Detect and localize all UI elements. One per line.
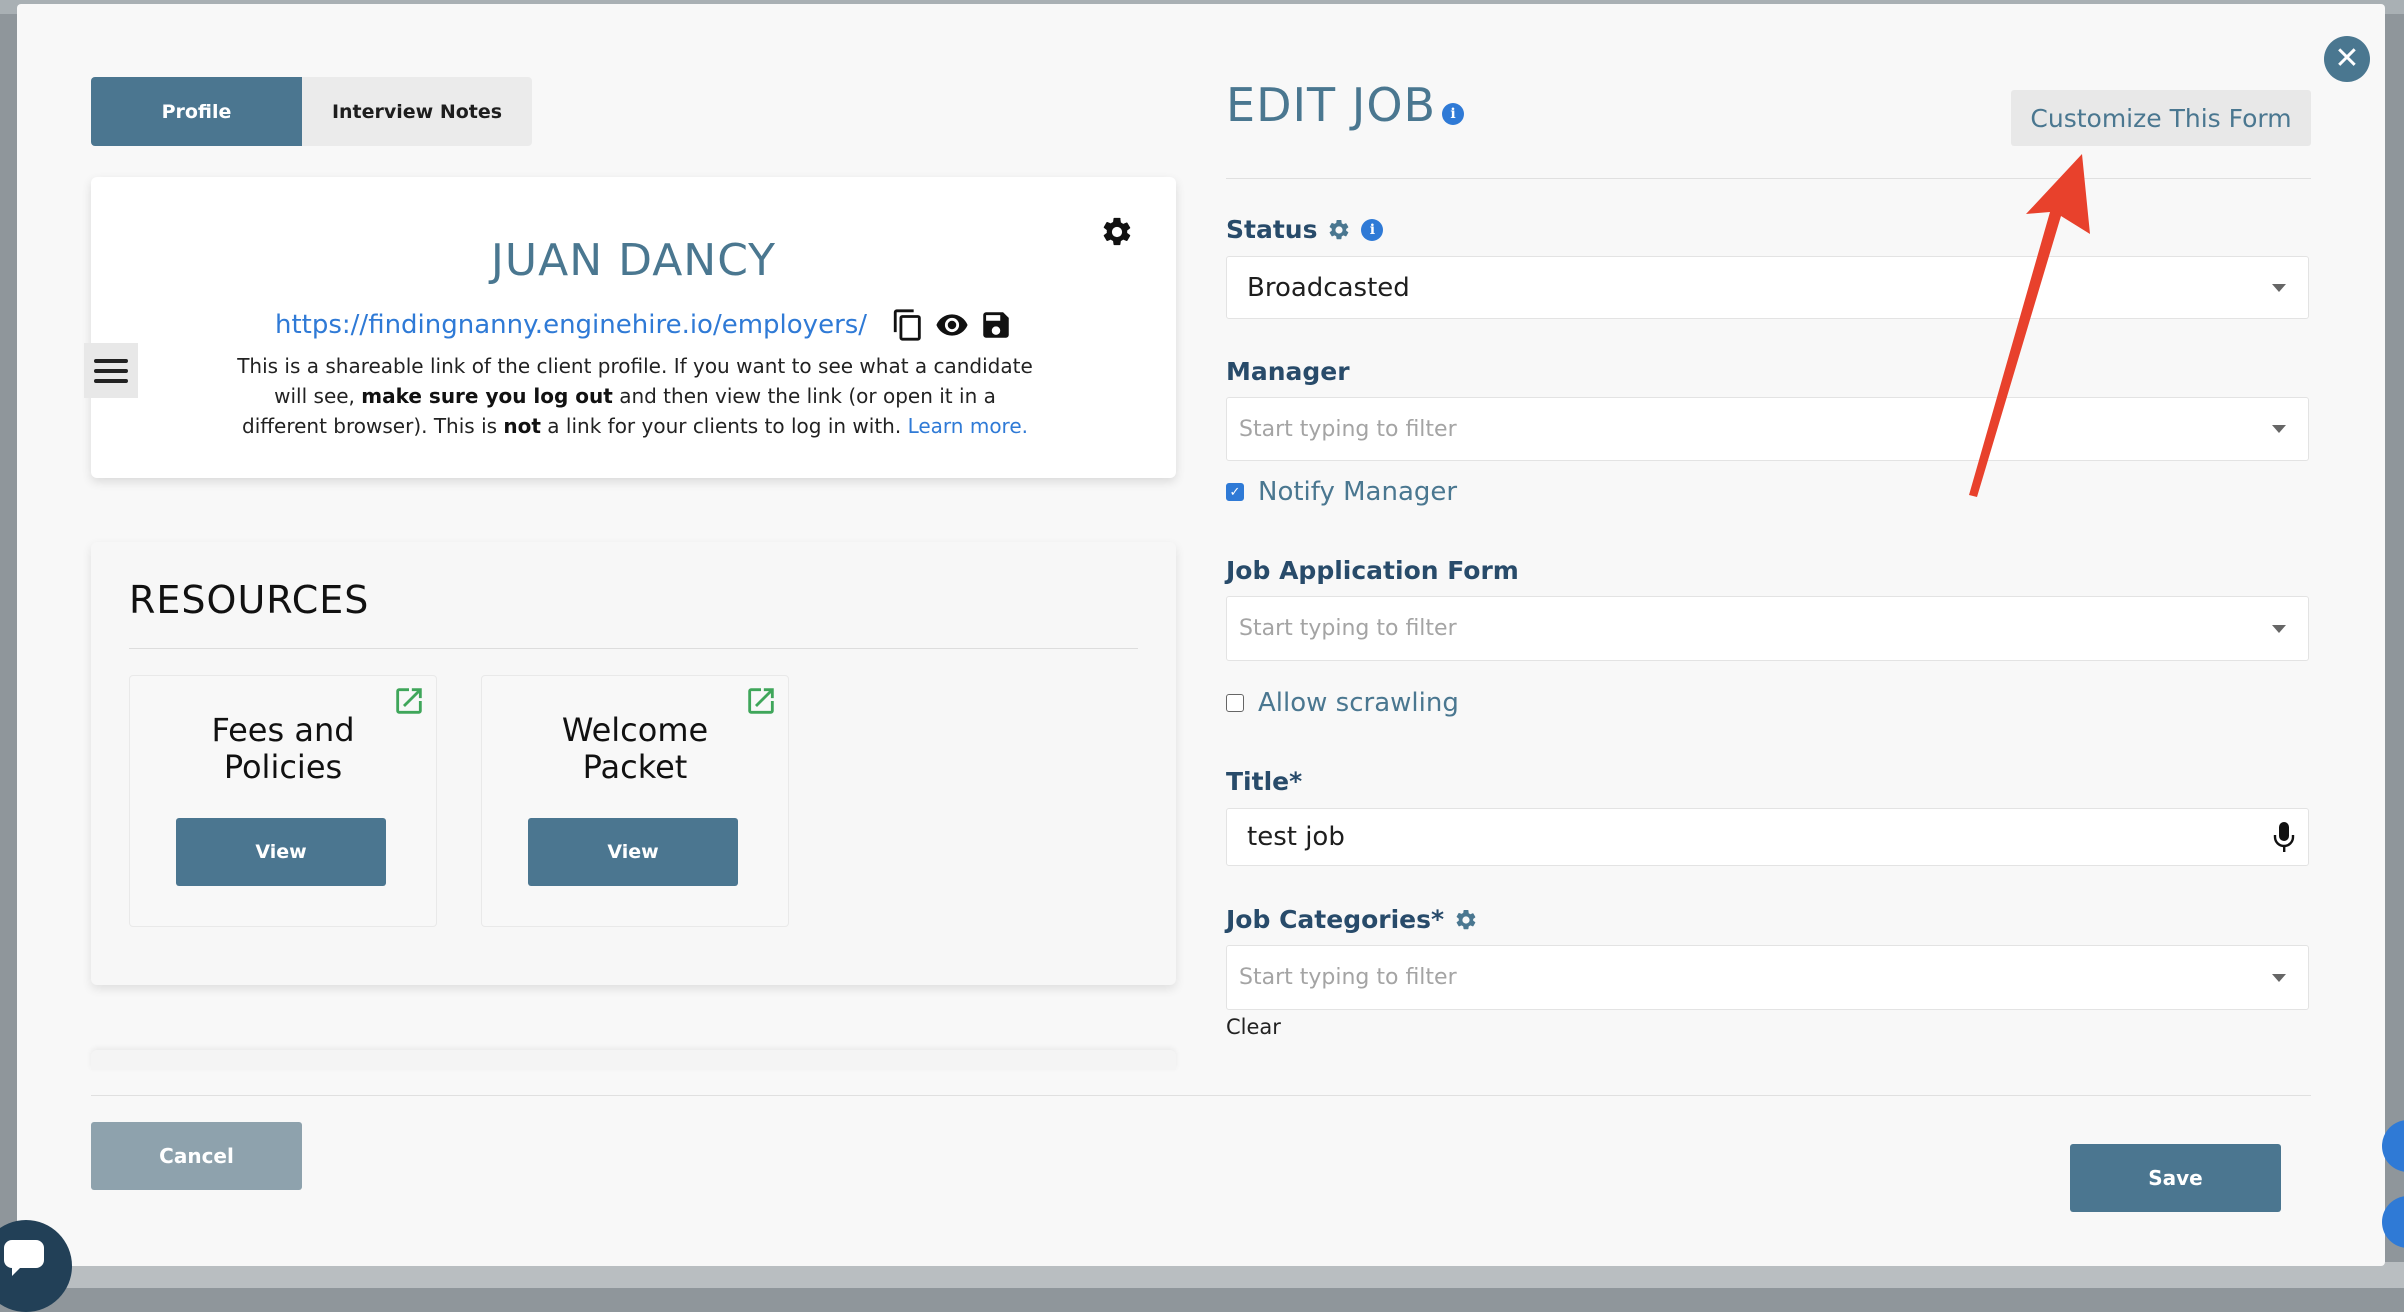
- allow-scrawling-row: Allow scrawling: [1226, 688, 1459, 718]
- side-chat-tab[interactable]: [2382, 1120, 2404, 1172]
- close-icon: ✕: [2334, 41, 2360, 76]
- resources-card: RESOURCES Fees and Policies View Welcome P…: [91, 542, 1176, 985]
- hint-bold-logout: make sure you log out: [361, 384, 613, 408]
- job-categories-select[interactable]: Start typing to filter: [1226, 945, 2309, 1010]
- cancel-button[interactable]: Cancel: [91, 1122, 302, 1190]
- tab-profile[interactable]: Profile: [91, 77, 302, 146]
- resource-name-line: Policies: [223, 748, 343, 786]
- copy-icon[interactable]: [891, 308, 925, 342]
- notify-manager-row: ✓ Notify Manager: [1226, 477, 1457, 507]
- resource-name: Welcome Packet: [482, 712, 788, 786]
- allow-scrawling-checkbox[interactable]: [1226, 694, 1244, 712]
- manager-label-text: Manager: [1226, 357, 1350, 386]
- next-card-peek: [91, 1050, 1176, 1070]
- job-categories-placeholder: Start typing to filter: [1239, 965, 1457, 990]
- eye-icon[interactable]: [935, 308, 969, 342]
- status-value: Broadcasted: [1247, 272, 1410, 303]
- edit-job-title: EDIT JOB: [1226, 78, 1437, 132]
- save-icon[interactable]: [979, 308, 1013, 342]
- job-categories-label: Job Categories*: [1226, 905, 1478, 934]
- client-profile-card: JUAN DANCY https://findingnanny.enginehi…: [91, 177, 1176, 478]
- chevron-down-icon: [2272, 425, 2286, 433]
- learn-more-link[interactable]: Learn more.: [908, 414, 1028, 438]
- job-application-form-placeholder: Start typing to filter: [1239, 616, 1457, 641]
- status-label-text: Status: [1226, 215, 1318, 244]
- shareable-link-row: https://findingnanny.enginehire.io/emplo…: [275, 305, 1013, 345]
- save-button[interactable]: Save: [2070, 1144, 2281, 1212]
- hint-bold-not: not: [503, 414, 541, 438]
- shareable-link-hint: This is a shareable link of the client p…: [231, 351, 1039, 441]
- resource-item: Fees and Policies View: [129, 675, 437, 927]
- resource-name: Fees and Policies: [130, 712, 436, 786]
- job-application-form-label: Job Application Form: [1226, 556, 1519, 585]
- manager-select[interactable]: Start typing to filter: [1226, 397, 2309, 461]
- status-select[interactable]: Broadcasted: [1226, 256, 2309, 319]
- hint-text: a link for your clients to log in with.: [540, 414, 908, 438]
- info-icon[interactable]: i: [1442, 103, 1464, 125]
- gear-icon[interactable]: [1100, 215, 1134, 249]
- job-categories-label-text: Job Categories*: [1226, 905, 1445, 934]
- view-resource-button[interactable]: View: [528, 818, 738, 886]
- title-input[interactable]: test job: [1226, 808, 2309, 866]
- side-collapse-tab[interactable]: [2382, 1196, 2404, 1248]
- shareable-link[interactable]: https://findingnanny.enginehire.io/emplo…: [275, 310, 867, 340]
- close-modal-button[interactable]: ✕: [2324, 36, 2370, 82]
- divider: [91, 1095, 2311, 1096]
- tab-interview-notes[interactable]: Interview Notes: [302, 77, 532, 146]
- clear-categories-link[interactable]: Clear: [1226, 1015, 1281, 1039]
- status-label: Status i: [1226, 215, 1384, 244]
- manager-label: Manager: [1226, 357, 1350, 386]
- gear-icon[interactable]: [1454, 908, 1478, 932]
- notify-manager-label[interactable]: Notify Manager: [1258, 477, 1457, 507]
- title-value: test job: [1247, 822, 1345, 852]
- divider: [1226, 178, 2311, 179]
- info-icon[interactable]: i: [1361, 218, 1384, 241]
- view-resource-button[interactable]: View: [176, 818, 386, 886]
- title-label-text: Title*: [1226, 767, 1303, 796]
- resources-title: RESOURCES: [129, 578, 370, 622]
- gear-icon[interactable]: [1327, 218, 1351, 242]
- annotation-arrow: [1969, 154, 2090, 497]
- resource-name-line: Welcome: [561, 711, 709, 749]
- hamburger-menu-icon[interactable]: [84, 343, 138, 398]
- chevron-down-icon: [2272, 624, 2286, 633]
- divider: [129, 648, 1138, 649]
- chevron-down-icon: [2272, 283, 2286, 292]
- microphone-icon[interactable]: [2272, 820, 2296, 854]
- allow-scrawling-label[interactable]: Allow scrawling: [1258, 688, 1459, 718]
- resource-name-line: Packet: [582, 748, 688, 786]
- profile-tabs: Profile Interview Notes: [91, 77, 532, 146]
- customize-form-button[interactable]: Customize This Form: [2011, 90, 2311, 146]
- notify-manager-checkbox[interactable]: ✓: [1226, 483, 1244, 501]
- chat-icon: [4, 1240, 44, 1276]
- title-label: Title*: [1226, 767, 1302, 796]
- job-application-form-select[interactable]: Start typing to filter: [1226, 596, 2309, 661]
- chevron-down-icon: [2272, 973, 2286, 982]
- manager-placeholder: Start typing to filter: [1239, 416, 1457, 442]
- resource-name-line: Fees and: [211, 711, 355, 749]
- job-application-form-label-text: Job Application Form: [1226, 556, 1519, 585]
- client-name: JUAN DANCY: [490, 235, 777, 286]
- resource-item: Welcome Packet View: [481, 675, 789, 927]
